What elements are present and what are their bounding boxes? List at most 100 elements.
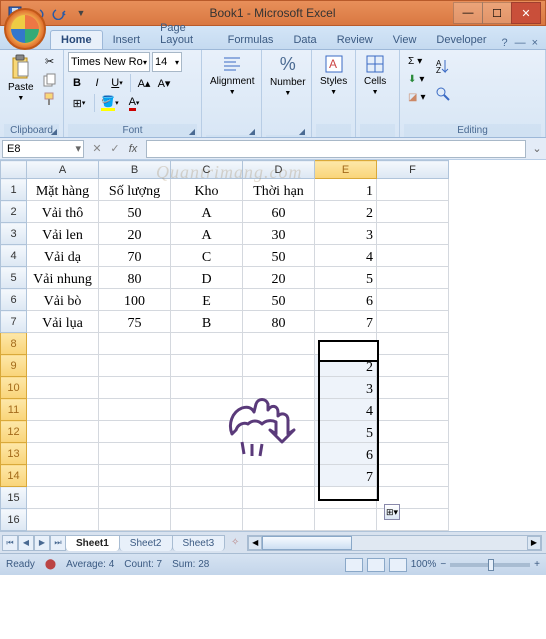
cell[interactable]: 5 [315,421,377,443]
cell[interactable] [243,377,315,399]
sort-filter-button[interactable]: AZ [431,52,455,80]
cell[interactable]: 1 [315,333,377,355]
italic-button[interactable]: I [88,74,106,92]
cell[interactable]: Vải nhung [27,267,99,289]
cell[interactable]: 50 [243,289,315,311]
cell[interactable]: Vải thô [27,201,99,223]
row-header[interactable]: 14 [1,465,27,487]
row-header[interactable]: 12 [1,421,27,443]
cell[interactable]: A [171,201,243,223]
cell[interactable] [99,421,171,443]
font-dialog-icon[interactable]: ◢ [189,127,195,136]
font-color-button[interactable]: A▾ [123,94,145,112]
row-header[interactable]: 13 [1,443,27,465]
sheet-tab[interactable]: Sheet1 [65,535,120,551]
cell[interactable] [171,355,243,377]
zoom-level[interactable]: 100% [411,559,437,570]
border-button[interactable]: ⊞▾ [68,94,90,112]
cell[interactable] [377,223,449,245]
cell[interactable] [171,443,243,465]
row-header[interactable]: 1 [1,179,27,201]
cell[interactable] [27,377,99,399]
tab-review[interactable]: Review [327,31,383,49]
cell[interactable] [99,487,171,509]
underline-button[interactable]: U▾ [108,74,126,92]
row-header[interactable]: 10 [1,377,27,399]
cell[interactable]: 3 [315,377,377,399]
cell[interactable] [99,355,171,377]
cut-icon[interactable]: ✂ [40,52,60,70]
tab-data[interactable]: Data [283,31,326,49]
cell[interactable]: 50 [99,201,171,223]
select-all-corner[interactable] [1,161,27,179]
cell[interactable]: 20 [243,267,315,289]
cell[interactable]: Vải bò [27,289,99,311]
cell[interactable]: 50 [243,245,315,267]
col-header[interactable]: D [243,161,315,179]
row-header[interactable]: 6 [1,289,27,311]
clear-button[interactable]: ◪▾ [404,88,429,106]
cell[interactable]: Vải dạ [27,245,99,267]
cell[interactable] [99,465,171,487]
cell[interactable]: 4 [315,245,377,267]
tab-view[interactable]: View [383,31,427,49]
cell[interactable] [377,377,449,399]
cell[interactable] [377,443,449,465]
cell[interactable] [99,399,171,421]
close-button[interactable]: ✕ [511,2,541,24]
cell[interactable] [171,399,243,421]
tab-developer[interactable]: Developer [426,31,496,49]
cell[interactable] [377,465,449,487]
col-header[interactable]: A [27,161,99,179]
row-header[interactable]: 9 [1,355,27,377]
cell[interactable] [243,443,315,465]
find-select-button[interactable] [431,80,455,108]
row-header[interactable]: 11 [1,399,27,421]
cell[interactable] [243,487,315,509]
cell[interactable]: Vải len [27,223,99,245]
qat-customize-icon[interactable]: ▼ [71,3,91,23]
zoom-out-icon[interactable]: − [440,559,446,570]
enter-formula-icon[interactable]: ✓ [106,140,124,158]
styles-button[interactable]: AStyles▼ [316,52,351,98]
cell[interactable] [99,377,171,399]
cell[interactable]: Vải lụa [27,311,99,333]
cell[interactable]: 6 [315,443,377,465]
paste-button[interactable]: Paste ▼ [4,52,38,104]
view-normal-icon[interactable] [345,558,363,572]
row-header[interactable]: 7 [1,311,27,333]
cell[interactable] [377,311,449,333]
cell[interactable]: 7 [315,465,377,487]
minimize-button[interactable]: — [453,2,483,24]
cell[interactable] [27,421,99,443]
cell[interactable]: Thời hạn [243,179,315,201]
col-header[interactable]: F [377,161,449,179]
office-button[interactable] [4,8,46,50]
cells-button[interactable]: Cells▼ [360,52,390,98]
tab-formulas[interactable]: Formulas [218,31,284,49]
cell[interactable] [171,487,243,509]
scroll-right-icon[interactable]: ▶ [527,536,541,550]
cell[interactable] [377,399,449,421]
cell[interactable]: 100 [99,289,171,311]
cell[interactable]: Kho [171,179,243,201]
new-sheet-icon[interactable]: ✧ [225,537,245,548]
zoom-slider[interactable] [450,563,530,567]
cell[interactable] [171,377,243,399]
cell[interactable]: 4 [315,399,377,421]
cancel-formula-icon[interactable]: ✕ [88,140,106,158]
cell[interactable]: 7 [315,311,377,333]
cell[interactable] [243,333,315,355]
cell[interactable]: 20 [99,223,171,245]
autofill-options-button[interactable]: ⊞▾ [384,504,400,520]
fill-color-button[interactable]: 🪣▾ [99,94,121,112]
zoom-in-icon[interactable]: + [534,559,540,570]
last-sheet-icon[interactable]: ⏭ [50,535,66,551]
cell[interactable]: C [171,245,243,267]
cell[interactable]: E [171,289,243,311]
autosum-button[interactable]: Σ▾ [404,52,429,70]
shrink-font-icon[interactable]: A▾ [155,74,173,92]
cell[interactable]: 1 [315,179,377,201]
cell[interactable] [27,333,99,355]
cell[interactable] [315,509,377,531]
